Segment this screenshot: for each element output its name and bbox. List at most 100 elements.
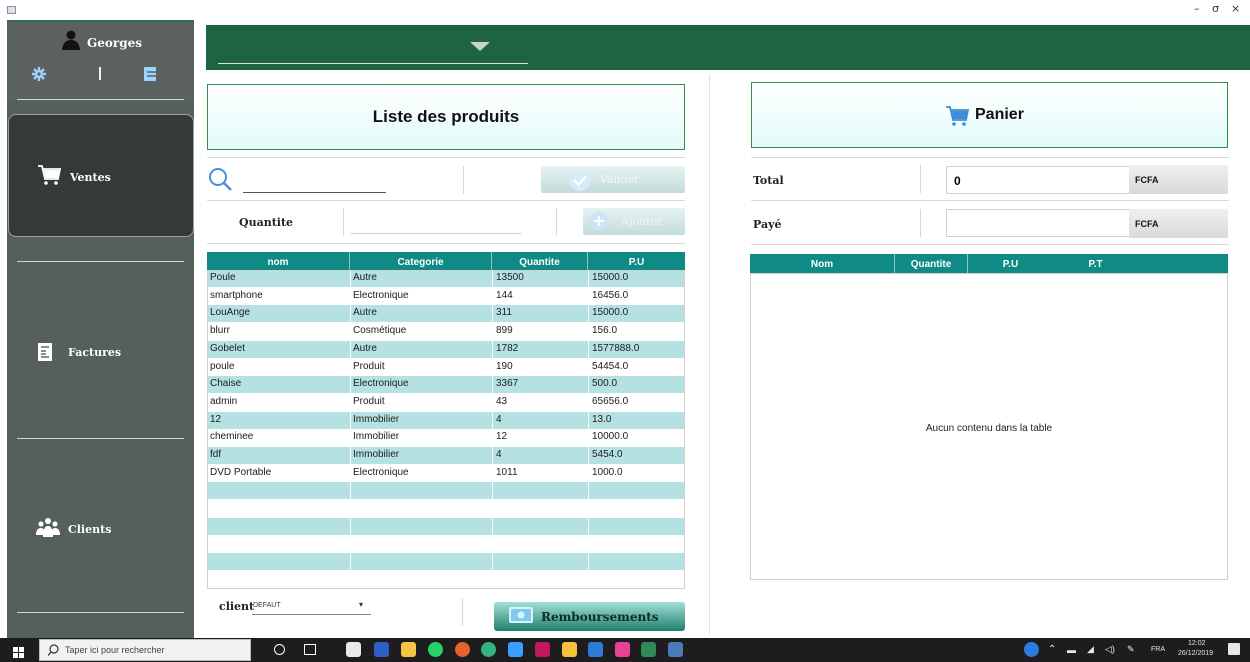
sidebar-item-factures[interactable]: Factures — [7, 268, 194, 438]
divider — [751, 157, 1229, 158]
column-header[interactable]: P.T — [1053, 254, 1138, 273]
minimize-button[interactable]: – — [1194, 2, 1200, 15]
help-icon[interactable] — [1024, 642, 1039, 657]
table-row[interactable]: Poule Autre 13500 15000.0 — [207, 270, 684, 287]
table-row[interactable]: fdf Immobilier 4 5454.0 — [207, 447, 684, 464]
table-cell: 190 — [496, 360, 513, 372]
column-separator — [350, 270, 351, 589]
language-indicator[interactable]: FRA — [1151, 646, 1165, 653]
wifi-icon[interactable]: ◢ — [1087, 644, 1094, 655]
whatsapp-icon[interactable] — [428, 642, 443, 657]
app-icon-java[interactable] — [668, 642, 683, 657]
maximize-button[interactable]: σ — [1212, 2, 1219, 15]
clock-date[interactable]: 26/12/2019 — [1178, 650, 1213, 657]
close-button[interactable]: × — [1231, 2, 1240, 15]
person-icon — [62, 30, 80, 55]
client-select[interactable]: DEFAUT ▾ — [252, 599, 371, 615]
table-row[interactable]: Gobelet Autre 1782 1577888.0 — [207, 340, 684, 358]
chevron-down-icon[interactable] — [470, 42, 490, 51]
cart-icon — [945, 105, 970, 132]
table-cell: 899 — [496, 325, 513, 337]
file-explorer-icon[interactable] — [401, 642, 416, 657]
column-header[interactable]: Quantite — [492, 252, 588, 270]
table-row[interactable]: poule Produit 190 54454.0 — [207, 358, 684, 376]
network-icon[interactable]: ▬ — [1067, 645, 1076, 655]
validate-label: Valider — [600, 173, 640, 186]
table-cell: Electronique — [353, 466, 409, 478]
gear-icon[interactable] — [32, 67, 46, 86]
app-icon-yellow[interactable] — [562, 642, 577, 657]
table-row[interactable]: smartphone Electronique 144 16456.0 — [207, 287, 684, 305]
column-header[interactable]: nom — [207, 252, 350, 270]
search-icon[interactable] — [207, 166, 233, 197]
task-view-icon[interactable] — [304, 644, 316, 655]
currency-button[interactable]: FCFA — [1129, 209, 1228, 238]
word-icon[interactable] — [374, 642, 389, 657]
windows-start-icon[interactable] — [13, 645, 24, 662]
logout-icon[interactable] — [144, 67, 156, 86]
taskbar-search[interactable]: Taper ici pour rechercher — [39, 639, 251, 661]
search-underline — [243, 192, 386, 193]
client-value: DEFAUT — [253, 602, 281, 609]
table-row[interactable]: blurr Cosmétique 899 156.0 — [207, 323, 684, 341]
quantity-field[interactable] — [351, 212, 521, 234]
table-row[interactable]: DVD Portable Electronique 1011 1000.0 — [207, 464, 684, 482]
app-icon-red[interactable] — [535, 642, 550, 657]
search-input[interactable] — [243, 170, 386, 190]
column-header[interactable]: Quantite — [895, 254, 968, 273]
table-row[interactable]: Chaise Electronique 3367 500.0 — [207, 376, 684, 394]
table-cell: 500.0 — [592, 378, 618, 390]
plus-icon — [589, 211, 609, 234]
table-cell: smartphone — [210, 289, 263, 301]
app-icon-grid[interactable] — [641, 642, 656, 657]
currency-button[interactable]: FCFA — [1129, 165, 1228, 194]
app-icon-green[interactable] — [481, 642, 496, 657]
paid-label: Payé — [753, 218, 782, 231]
table-cell: 15000.0 — [592, 272, 629, 283]
column-separator — [588, 270, 589, 589]
table-cell: Autre — [353, 272, 377, 283]
volume-icon[interactable]: ◁) — [1105, 644, 1115, 655]
divider — [556, 208, 557, 236]
mail-icon[interactable] — [346, 642, 361, 657]
firefox-icon[interactable] — [455, 642, 470, 657]
cortana-icon[interactable] — [274, 644, 285, 655]
paid-field[interactable] — [946, 209, 1132, 237]
sidebar-item-clients[interactable]: Clients — [7, 445, 194, 615]
app-icon-vscode[interactable] — [588, 642, 603, 657]
table-row[interactable]: 12 Immobilier 4 13.0 — [207, 411, 684, 429]
sidebar-separator — [17, 438, 184, 439]
title-bar: – σ × — [0, 0, 1250, 20]
refunds-button[interactable]: Remboursements — [494, 602, 685, 631]
cart-title: Panier — [975, 106, 1024, 123]
chevron-up-icon[interactable]: ⌃ — [1048, 644, 1056, 655]
total-field[interactable]: 0 — [946, 166, 1132, 194]
user-block: Georges | — [7, 20, 194, 102]
column-header[interactable]: Nom — [750, 254, 895, 273]
header-combo[interactable] — [218, 63, 528, 64]
table-row[interactable] — [207, 517, 684, 535]
column-header[interactable]: P.U — [968, 254, 1053, 273]
pen-icon[interactable]: ✎ — [1127, 644, 1135, 655]
table-cell: Cosmétique — [353, 325, 407, 337]
add-button[interactable]: Ajouter — [583, 208, 685, 235]
table-row[interactable] — [207, 482, 684, 500]
cart-table-body: Aucun contenu dans la table — [750, 273, 1228, 580]
validate-button[interactable]: Valider — [541, 166, 685, 193]
table-row[interactable] — [207, 535, 684, 553]
sidebar-item-label: Ventes — [70, 171, 111, 184]
column-header[interactable]: P.U — [588, 252, 685, 270]
table-row[interactable] — [207, 570, 684, 588]
table-row[interactable]: admin Produit 43 65656.0 — [207, 393, 684, 411]
sidebar-item-ventes[interactable]: Ventes — [8, 114, 194, 237]
app-icon-blue[interactable] — [508, 642, 523, 657]
table-row[interactable] — [207, 500, 684, 518]
table-row[interactable] — [207, 553, 684, 571]
table-row[interactable]: cheminee Immobilier 12 10000.0 — [207, 429, 684, 447]
table-row[interactable]: LouAnge Autre 311 15000.0 — [207, 305, 684, 323]
cart-title-panel: Panier — [751, 82, 1228, 148]
notifications-icon[interactable] — [1228, 643, 1240, 655]
app-icon-pink[interactable] — [615, 642, 630, 657]
clock-time[interactable]: 12:02 — [1188, 640, 1206, 647]
column-header[interactable]: Categorie — [350, 252, 492, 270]
